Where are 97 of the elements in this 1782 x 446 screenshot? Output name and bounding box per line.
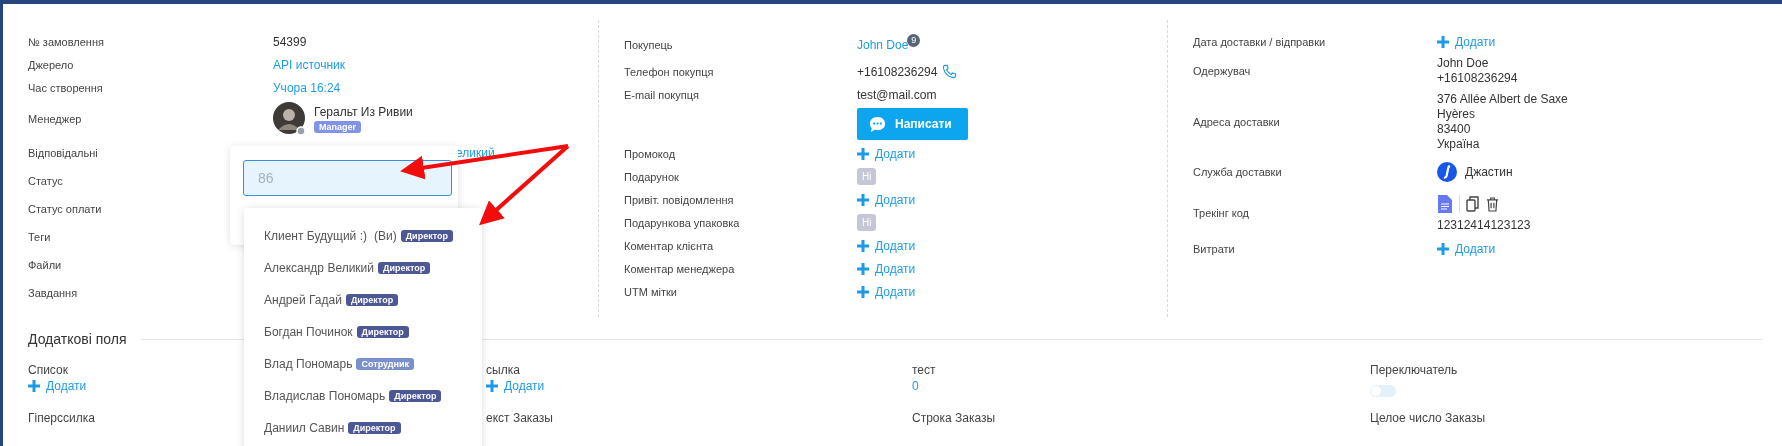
delivery-service-icon	[1437, 162, 1457, 182]
field-label: Статус оплати	[28, 203, 102, 215]
role-badge: Директор	[348, 422, 401, 434]
plus-icon	[486, 380, 498, 392]
user-option[interactable]: Клиент Будущий :) (Ви) Директор	[244, 220, 482, 252]
avatar-icon	[273, 102, 307, 136]
role-badge: Директор	[356, 326, 409, 338]
search-field[interactable]: 86	[243, 160, 452, 196]
add-link[interactable]: Додати	[486, 379, 545, 393]
tracking-code: 12312414123123	[1437, 218, 1531, 232]
plus-icon	[857, 193, 869, 206]
field-link[interactable]: 0	[912, 379, 919, 393]
role-badge: Директор	[345, 294, 399, 306]
chat-icon	[868, 114, 887, 134]
field-label: Целое число Заказы	[1370, 411, 1486, 425]
role-badge: Директор	[389, 390, 442, 402]
manager-name: Геральт Из Ривии	[314, 105, 413, 119]
field-value: Україна	[1437, 137, 1481, 152]
trash-icon[interactable]	[1486, 196, 1499, 212]
field-label: Одержувач	[1193, 65, 1251, 77]
write-button[interactable]: Написати	[857, 108, 968, 140]
add-link[interactable]: Додати	[857, 146, 916, 161]
plus-icon	[857, 147, 869, 160]
phone-icon[interactable]	[942, 64, 958, 79]
toggle-switch[interactable]	[1370, 385, 1396, 397]
document-icon[interactable]	[1437, 194, 1453, 214]
add-link[interactable]: Додати	[857, 284, 916, 299]
plus-icon	[857, 239, 869, 252]
add-link[interactable]: Додати	[857, 261, 916, 276]
field-label: Строка Заказы	[912, 411, 996, 425]
field-label: Промокод	[624, 147, 676, 160]
field-label: Гіперссилка	[28, 411, 95, 425]
field-label: UTM мітки	[624, 285, 677, 298]
field-label: екст Заказы	[486, 411, 553, 425]
field-label: Переключатель	[1370, 363, 1458, 377]
field-label: Список	[28, 363, 68, 377]
field-label: E-mail покупця	[624, 88, 699, 101]
plus-icon	[28, 380, 40, 392]
field-label: Теги	[28, 231, 51, 243]
customer-link[interactable]: John Doe	[857, 38, 909, 52]
field-value: +16108236294	[1437, 71, 1518, 86]
field-value: Hyères	[1437, 107, 1476, 122]
add-link[interactable]: Додати	[1437, 34, 1496, 49]
plus-icon	[857, 262, 869, 275]
field-link[interactable]: Учора 16:24	[273, 80, 341, 95]
field-label: тест	[912, 363, 936, 377]
add-link[interactable]: Додати	[857, 238, 916, 253]
field-label: Менеджер	[28, 113, 82, 125]
section-title: Додаткові поля	[28, 331, 127, 347]
user-option[interactable]: Богдан Починок Директор	[244, 316, 482, 348]
field-label: Коментар клієнта	[624, 239, 713, 252]
user-option[interactable]: Даниил Савин Директор	[244, 412, 482, 444]
field-label: Витрати	[1193, 242, 1235, 255]
field-label: Завдання	[28, 287, 78, 299]
role-badge: Manager	[314, 121, 361, 133]
plus-icon	[1437, 242, 1449, 255]
field-label: Трекінг код	[1193, 207, 1249, 219]
field-value: 376 Allée Albert de Saxe	[1437, 92, 1568, 107]
phone-number: +16108236294	[857, 64, 938, 79]
field-value: John Doe	[1437, 56, 1490, 71]
user-option[interactable]: Влад Пономарь Сотрудник	[244, 348, 482, 380]
field-label: Джерело	[28, 58, 74, 71]
role-badge: Директор	[378, 262, 431, 274]
plus-icon	[857, 285, 869, 298]
no-badge[interactable]: Ні	[857, 168, 877, 185]
plus-icon	[1437, 35, 1449, 48]
user-option[interactable]: Александр Великий Директор	[244, 252, 482, 284]
field-label: Дата доставки / відправки	[1193, 35, 1326, 48]
delivery-service: Джастин	[1465, 165, 1513, 179]
role-badge: Сотрудник	[356, 358, 414, 370]
add-link[interactable]: Додати	[857, 192, 916, 207]
field-label: Подарунок	[624, 170, 679, 183]
field-label: Подарункова упаковка	[624, 216, 740, 229]
user-option[interactable]: Владислав Пономарь Директор	[244, 380, 482, 412]
field-label: Файли	[28, 259, 62, 271]
field-link[interactable]: API источник	[273, 57, 345, 72]
field-label: Час створення	[28, 81, 103, 94]
field-label: Адреса доставки	[1193, 116, 1280, 128]
field-value: 54399	[273, 34, 307, 49]
count-badge: 9	[907, 33, 921, 47]
add-link[interactable]: Додати	[1437, 241, 1496, 256]
field-value: 83400	[1437, 122, 1472, 137]
field-label: Коментар менеджера	[624, 262, 735, 275]
field-label: Відповідальні	[28, 147, 98, 159]
field-label: сылка	[486, 363, 520, 377]
field-label: Телефон покупця	[624, 65, 714, 78]
field-label: № замовлення	[28, 35, 104, 48]
role-badge: Директор	[400, 230, 453, 242]
user-option[interactable]: Андрей Гадай Директор	[244, 284, 482, 316]
field-label: Привіт. повідомлення	[624, 193, 734, 206]
no-badge[interactable]: Ні	[857, 214, 877, 231]
field-label: Статус	[28, 175, 63, 187]
field-label: Покупець	[624, 39, 673, 51]
copy-icon[interactable]	[1466, 196, 1480, 212]
field-value: test@mail.com	[857, 87, 937, 102]
field-label: Служба доставки	[1193, 166, 1282, 178]
add-link[interactable]: Додати	[28, 379, 87, 393]
